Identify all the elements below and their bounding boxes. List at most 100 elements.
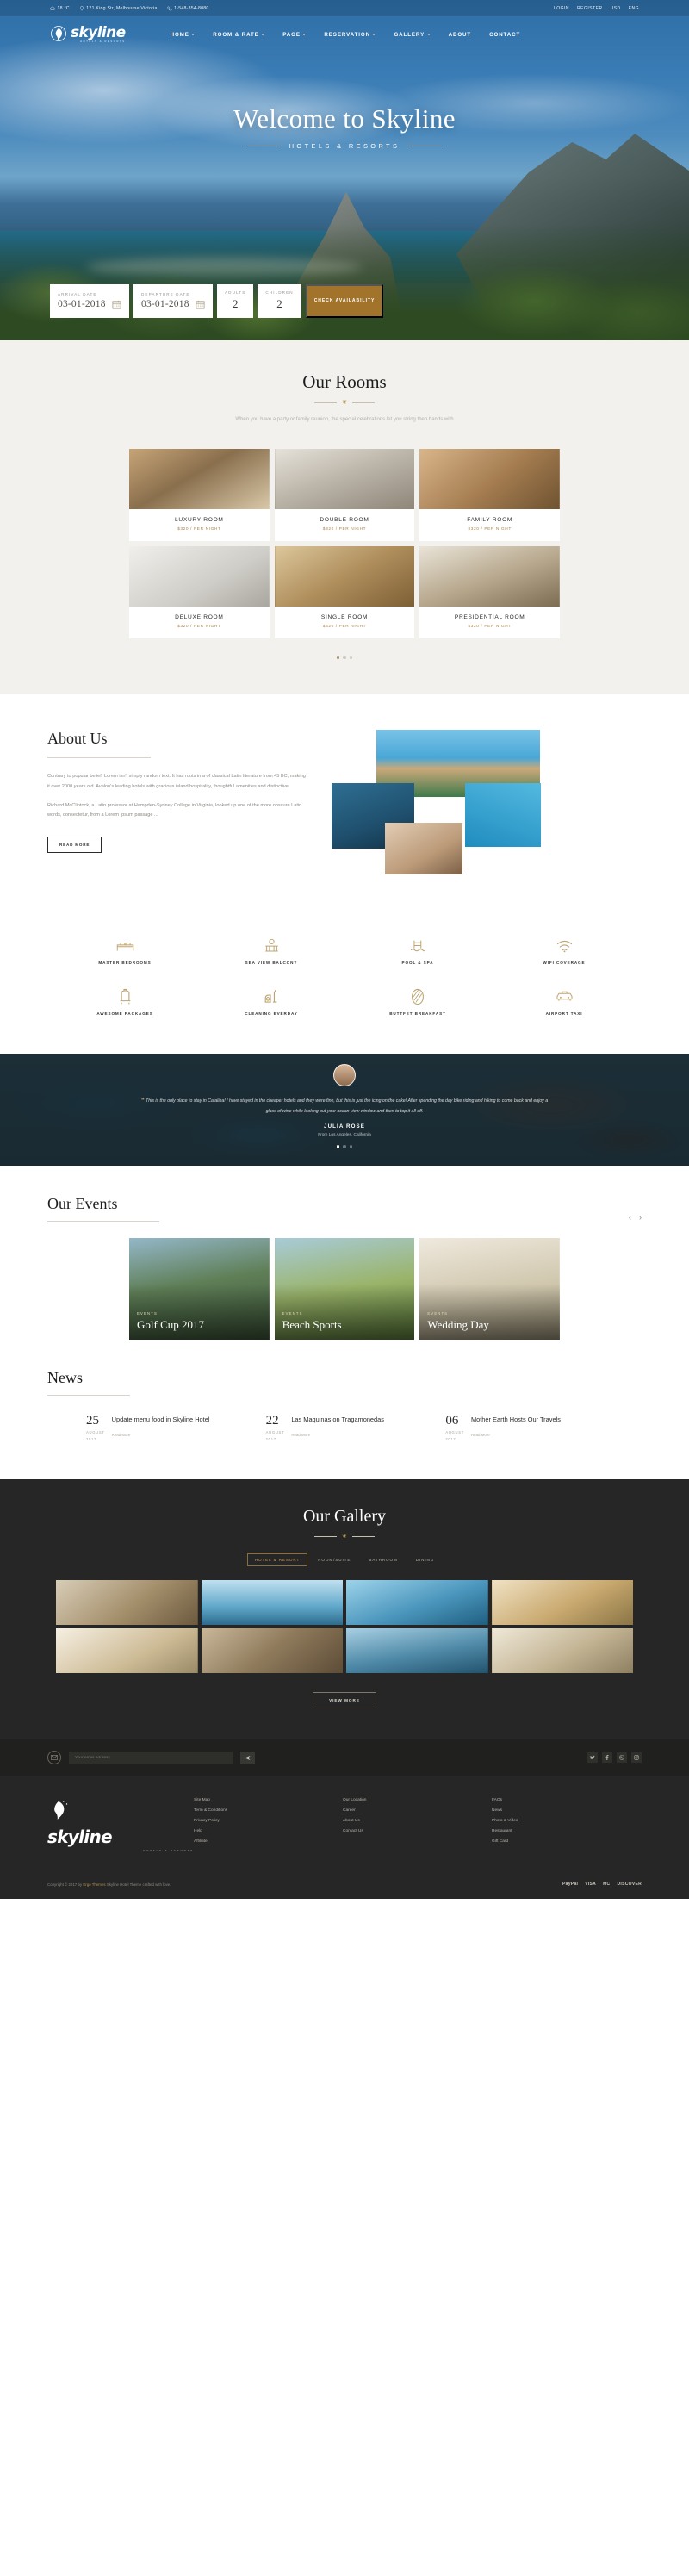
login-link[interactable]: LOGIN xyxy=(554,6,569,11)
footer-link[interactable]: News xyxy=(492,1808,641,1813)
twitter-icon[interactable] xyxy=(587,1752,598,1764)
gallery-photo[interactable] xyxy=(346,1580,488,1626)
gallery-photo[interactable] xyxy=(491,1580,633,1626)
facebook-icon[interactable] xyxy=(602,1752,612,1764)
news-item[interactable]: 25 AUGUST 2017 Update menu food in Skyli… xyxy=(86,1415,244,1442)
carousel-dot[interactable] xyxy=(349,1145,353,1148)
nav-item-gallery[interactable]: GALLERY xyxy=(394,32,431,38)
footer-link[interactable]: Our Location xyxy=(343,1798,492,1802)
wifi-icon xyxy=(491,936,637,955)
instagram-icon[interactable] xyxy=(631,1752,642,1764)
rooms-section: Our Rooms ❦ When you have a party or fam… xyxy=(0,340,689,694)
room-card[interactable]: DELUXE ROOM $320 / PER NIGHT xyxy=(129,545,270,638)
footer-link[interactable]: Career xyxy=(343,1808,492,1813)
register-link[interactable]: REGISTER xyxy=(577,6,603,11)
nav-item-page[interactable]: PAGE xyxy=(282,32,307,38)
calendar-icon[interactable] xyxy=(112,300,121,309)
news-headline: Mother Earth Hosts Our Travels xyxy=(470,1416,561,1424)
room-card[interactable]: LUXURY ROOM $320 / PER NIGHT xyxy=(129,448,270,541)
adults-field[interactable]: ADULTS 2 xyxy=(217,284,254,318)
rooms-grid: LUXURY ROOM $320 / PER NIGHT DOUBLE ROOM… xyxy=(129,448,560,638)
footer-link[interactable]: About Us xyxy=(343,1819,492,1823)
footer-link[interactable]: Restaurant xyxy=(492,1829,641,1833)
gallery-photo[interactable] xyxy=(346,1628,488,1674)
dribbble-icon[interactable] xyxy=(617,1752,627,1764)
phone-item[interactable]: 1-548-354-8080 xyxy=(167,6,209,11)
about-wrapper: About Us Contrary to popular belief, Lor… xyxy=(47,730,642,902)
gallery-tab-hotel-resort[interactable]: HOTEL & RESORT xyxy=(246,1553,308,1567)
arrival-date-field[interactable]: ARRIVAL DATE 03-01-2018 xyxy=(50,284,129,318)
language-selector[interactable]: ENG xyxy=(629,6,639,11)
calendar-icon[interactable] xyxy=(196,300,205,309)
gallery-tab-bathroom[interactable]: BATHROOM xyxy=(361,1553,405,1566)
subscribe-send-button[interactable] xyxy=(240,1751,255,1764)
hero-subtitle: HOTELS & RESORTS xyxy=(289,142,400,150)
nav-item-room-rate[interactable]: ROOM & RATE xyxy=(213,32,265,38)
footer-link[interactable]: Contact Us xyxy=(343,1829,492,1833)
amenity-label: AIRPORT TAXI xyxy=(545,1011,583,1017)
footer-link[interactable]: FAQs xyxy=(492,1798,641,1802)
footer-link[interactable]: Site Map xyxy=(194,1798,343,1802)
gallery-view-more-button[interactable]: VIEW MORE xyxy=(313,1692,376,1709)
carousel-dot[interactable] xyxy=(343,1145,346,1148)
children-value: 2 xyxy=(276,297,282,310)
carousel-dot[interactable] xyxy=(336,1145,340,1148)
gallery-photo[interactable] xyxy=(56,1628,198,1674)
events-prev-arrow[interactable]: ‹ xyxy=(629,1213,631,1222)
news-read-more[interactable]: Read More xyxy=(291,1433,384,1437)
currency-selector[interactable]: USD xyxy=(611,6,621,11)
departure-date-field[interactable]: DEPARTURE DATE 03-01-2018 xyxy=(133,284,213,318)
news-item[interactable]: 22 AUGUST 2017 Las Maquinas on Tragamone… xyxy=(266,1415,424,1442)
events-next-arrow[interactable]: › xyxy=(639,1213,642,1222)
nav-menu: HOME ROOM & RATE PAGE RESERVATION GALLER… xyxy=(171,32,521,38)
site-logo[interactable]: skyline HOTELS & RESORTS xyxy=(50,25,126,44)
footer-brand: skyline HOTELS & RESORTS xyxy=(47,1798,194,1852)
carousel-dot[interactable] xyxy=(336,656,340,660)
footer-link[interactable]: Affiliate xyxy=(194,1839,343,1844)
events-title: Our Events xyxy=(47,1195,118,1213)
news-item[interactable]: 06 AUGUST 2017 Mother Earth Hosts Our Tr… xyxy=(445,1415,603,1442)
event-card[interactable]: EVENTS Beach Sports xyxy=(274,1238,415,1341)
room-price: $320 / PER NIGHT xyxy=(468,624,512,629)
room-image xyxy=(274,545,415,607)
nav-item-home[interactable]: HOME xyxy=(171,32,196,38)
nav-item-about[interactable]: ABOUT xyxy=(449,32,472,38)
children-field[interactable]: CHILDREN 2 xyxy=(258,284,301,318)
room-card[interactable]: DOUBLE ROOM $320 / PER NIGHT xyxy=(274,448,415,541)
footer-link[interactable]: Gift Card xyxy=(492,1839,641,1844)
about-read-more-button[interactable]: READ MORE xyxy=(47,836,102,853)
footer-link[interactable]: Term & Conditions xyxy=(194,1808,343,1813)
gallery-photo[interactable] xyxy=(56,1580,198,1626)
footer-link[interactable]: Photo & Video xyxy=(492,1819,641,1823)
subscribe-email-input[interactable] xyxy=(69,1751,233,1764)
footer-link[interactable]: Help xyxy=(194,1829,343,1833)
footer-link[interactable]: Privacy Policy xyxy=(194,1819,343,1823)
gallery-tab-dining[interactable]: DINING xyxy=(408,1553,442,1566)
nav-label: RESERVATION xyxy=(324,31,370,38)
carousel-dot[interactable] xyxy=(343,656,346,660)
gallery-photo[interactable] xyxy=(491,1628,633,1674)
balcony-icon xyxy=(198,936,344,955)
check-availability-button[interactable]: CHECK AVAILABILITY xyxy=(305,284,384,318)
ornament-rule-right xyxy=(351,1535,375,1537)
rooms-title: Our Rooms xyxy=(302,371,387,392)
footer-bottom-bar: Copyright © 2017 by Ergo Themes Skyline … xyxy=(47,1873,642,1899)
room-card[interactable]: FAMILY ROOM $320 / PER NIGHT xyxy=(419,448,560,541)
bread-icon xyxy=(344,987,491,1005)
event-card[interactable]: EVENTS Golf Cup 2017 xyxy=(129,1238,270,1341)
news-read-more[interactable]: Read More xyxy=(112,1433,210,1437)
events-section: Our Events ‹ › EVENTS Golf Cup 2017 EVEN… xyxy=(0,1166,689,1341)
gallery-photo[interactable] xyxy=(201,1628,343,1674)
room-card[interactable]: SINGLE ROOM $320 / PER NIGHT xyxy=(274,545,415,638)
news-read-more[interactable]: Read More xyxy=(471,1433,561,1437)
copyright-brand-link[interactable]: Ergo Themes xyxy=(83,1882,105,1887)
gallery-photo[interactable] xyxy=(201,1580,343,1626)
room-card[interactable]: PRESIDENTIAL ROOM $320 / PER NIGHT xyxy=(419,545,560,638)
news-section: News 25 AUGUST 2017 Update menu food in … xyxy=(0,1340,689,1480)
event-card[interactable]: EVENTS Wedding Day xyxy=(419,1238,560,1341)
gallery-tab-room-suite[interactable]: ROOM/SUITE xyxy=(310,1553,358,1566)
children-label: CHILDREN xyxy=(265,290,294,295)
carousel-dot[interactable] xyxy=(349,656,353,660)
nav-item-reservation[interactable]: RESERVATION xyxy=(324,32,376,38)
nav-item-contact[interactable]: CONTACT xyxy=(489,32,520,38)
